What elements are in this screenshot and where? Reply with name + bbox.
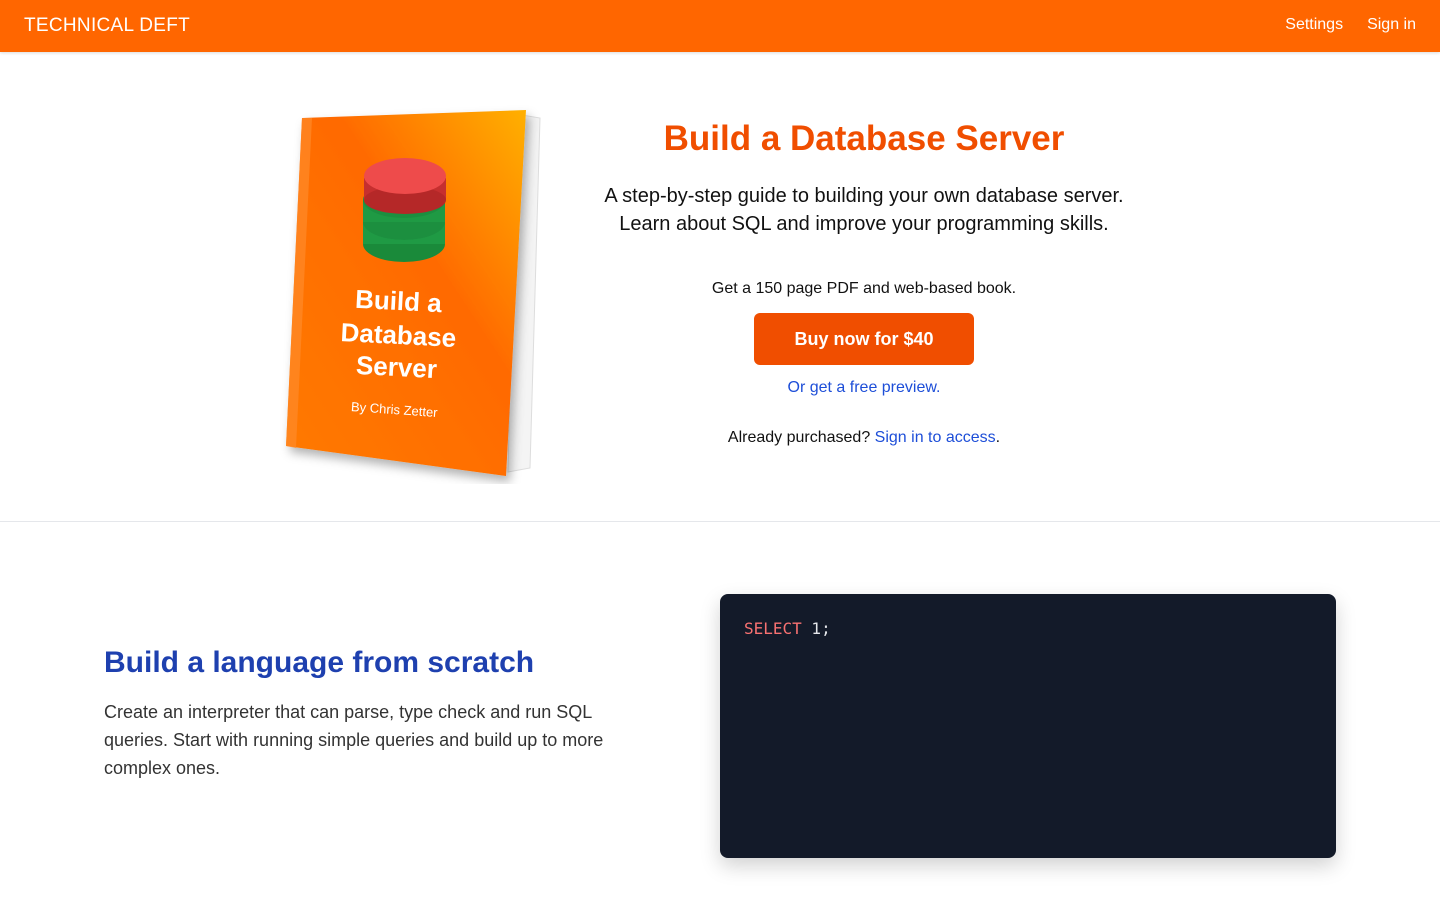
sign-in-link[interactable]: Sign in (1367, 16, 1416, 34)
database-icon (363, 158, 446, 262)
code-keyword: SELECT (744, 619, 802, 638)
hero-subtitle: A step-by-step guide to building your ow… (564, 182, 1164, 238)
code-example-panel: SELECT 1; (720, 594, 1336, 858)
sentence-period: . (995, 429, 1001, 446)
book-title-line-3: Server (355, 350, 437, 384)
settings-link[interactable]: Settings (1285, 16, 1343, 34)
buy-now-button[interactable]: Buy now for $40 (754, 313, 974, 365)
book-title-line-2: Database (340, 317, 457, 353)
offer-text: Get a 150 page PDF and web-based book. (711, 280, 1017, 297)
hero-subtitle-line-2: Learn about SQL and improve your program… (619, 213, 1109, 235)
brand-logo-text[interactable]: TECHNICAL DEFT (24, 15, 190, 37)
section-divider (0, 521, 1440, 522)
page-title: Build a Database Server (663, 119, 1065, 158)
top-bar: TECHNICAL DEFT Settings Sign in (0, 0, 1440, 52)
already-purchased-text: Already purchased? Sign in to access. (564, 429, 1164, 447)
free-preview-link[interactable]: Or get a free preview. (788, 379, 941, 397)
book-title-line-1: Build a (354, 284, 443, 319)
hero-subtitle-line-1: A step-by-step guide to building your ow… (604, 185, 1124, 207)
code-line: SELECT 1; (744, 618, 1312, 640)
code-literal: 1; (801, 619, 831, 638)
feature-title: Build a language from scratch (104, 646, 535, 679)
hero-text: Build a Database Server A step-by-step g… (564, 118, 1164, 447)
book-cover-image: Build a Database Server By Chris Zetter (280, 104, 550, 484)
feature-description: Create an interpreter that can parse, ty… (104, 702, 604, 778)
sign-in-to-access-link[interactable]: Sign in to access (875, 429, 996, 446)
already-purchased-label: Already purchased? (727, 429, 871, 446)
top-nav: Settings Sign in (1285, 16, 1416, 34)
